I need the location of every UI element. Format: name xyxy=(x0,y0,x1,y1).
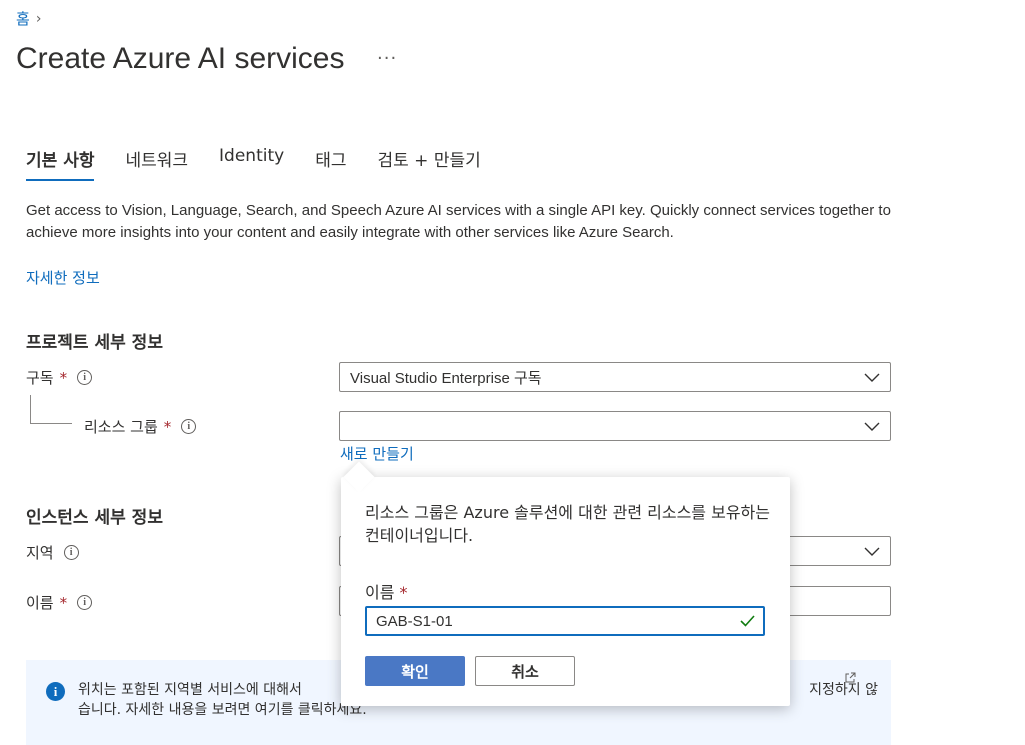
instance-details-heading: 인스턴스 세부 정보 xyxy=(26,508,163,528)
create-resource-group-callout: 리소스 그룹은 Azure 솔루션에 대한 관련 리소스를 보유하는 컨테이너입… xyxy=(341,477,790,706)
required-marker: * xyxy=(399,583,408,602)
description-text: Get access to Vision, Language, Search, … xyxy=(26,202,891,241)
subscription-label: 구독 * i xyxy=(26,367,93,388)
tab-bar: 기본 사항 네트워크 Identity 태그 검토 + 만들기 xyxy=(26,146,512,181)
create-new-link[interactable]: 새로 만들기 xyxy=(340,443,414,464)
required-marker: * xyxy=(59,593,68,612)
resource-group-name-value: GAB-S1-01 xyxy=(376,612,453,630)
region-label: 지역 i xyxy=(26,542,79,563)
tab-tags[interactable]: 태그 xyxy=(315,146,346,181)
chevron-right-icon: › xyxy=(35,10,42,27)
tree-connector xyxy=(30,395,31,423)
tab-review-create[interactable]: 검토 + 만들기 xyxy=(377,146,480,181)
page-title: Create Azure AI services xyxy=(16,42,345,75)
project-details-heading: 프로젝트 세부 정보 xyxy=(26,333,163,353)
callout-name-label: 이름 * xyxy=(365,579,408,603)
chevron-down-icon xyxy=(864,547,880,556)
tab-network[interactable]: 네트워크 xyxy=(125,146,188,181)
breadcrumb: 홈 › xyxy=(16,8,41,29)
external-link-icon xyxy=(845,672,856,683)
region-label-text: 지역 xyxy=(26,544,54,562)
subscription-label-text: 구독 xyxy=(26,369,54,387)
chevron-down-icon xyxy=(864,422,880,431)
info-icon[interactable]: i xyxy=(63,545,79,560)
info-circle-icon: i xyxy=(46,682,65,701)
resource-group-name-input[interactable]: GAB-S1-01 xyxy=(365,606,765,636)
tab-basics[interactable]: 기본 사항 xyxy=(26,146,95,181)
subscription-select-value: Visual Studio Enterprise 구독 xyxy=(350,369,542,387)
learn-more-link[interactable]: 자세한 정보 xyxy=(26,267,100,288)
info-icon[interactable]: i xyxy=(181,419,197,434)
resource-group-label: 리소스 그룹 * i xyxy=(84,416,197,437)
tab-identity[interactable]: Identity xyxy=(219,146,284,181)
resource-group-select[interactable] xyxy=(339,411,891,441)
required-marker: * xyxy=(163,417,172,436)
name-label: 이름 * i xyxy=(26,592,93,613)
info-banner-line1-left: 위치는 포함된 지역별 서비스에 대해서 xyxy=(78,682,302,698)
more-options-icon[interactable]: ··· xyxy=(377,48,397,69)
tree-connector xyxy=(30,423,72,424)
callout-message: 리소스 그룹은 Azure 솔루션에 대한 관련 리소스를 보유하는 컨테이너입… xyxy=(365,503,770,545)
info-icon[interactable]: i xyxy=(77,370,93,385)
resource-group-label-text: 리소스 그룹 xyxy=(84,418,158,436)
required-marker: * xyxy=(59,368,68,387)
cancel-button[interactable]: 취소 xyxy=(475,656,575,686)
breadcrumb-home-link[interactable]: 홈 xyxy=(16,8,30,29)
chevron-down-icon xyxy=(864,373,880,382)
name-label-text: 이름 xyxy=(26,594,54,612)
callout-name-label-text: 이름 xyxy=(365,583,395,602)
subscription-select[interactable]: Visual Studio Enterprise 구독 xyxy=(339,362,891,392)
ok-button[interactable]: 확인 xyxy=(365,656,465,686)
checkmark-icon xyxy=(740,615,755,627)
info-icon[interactable]: i xyxy=(77,595,93,610)
